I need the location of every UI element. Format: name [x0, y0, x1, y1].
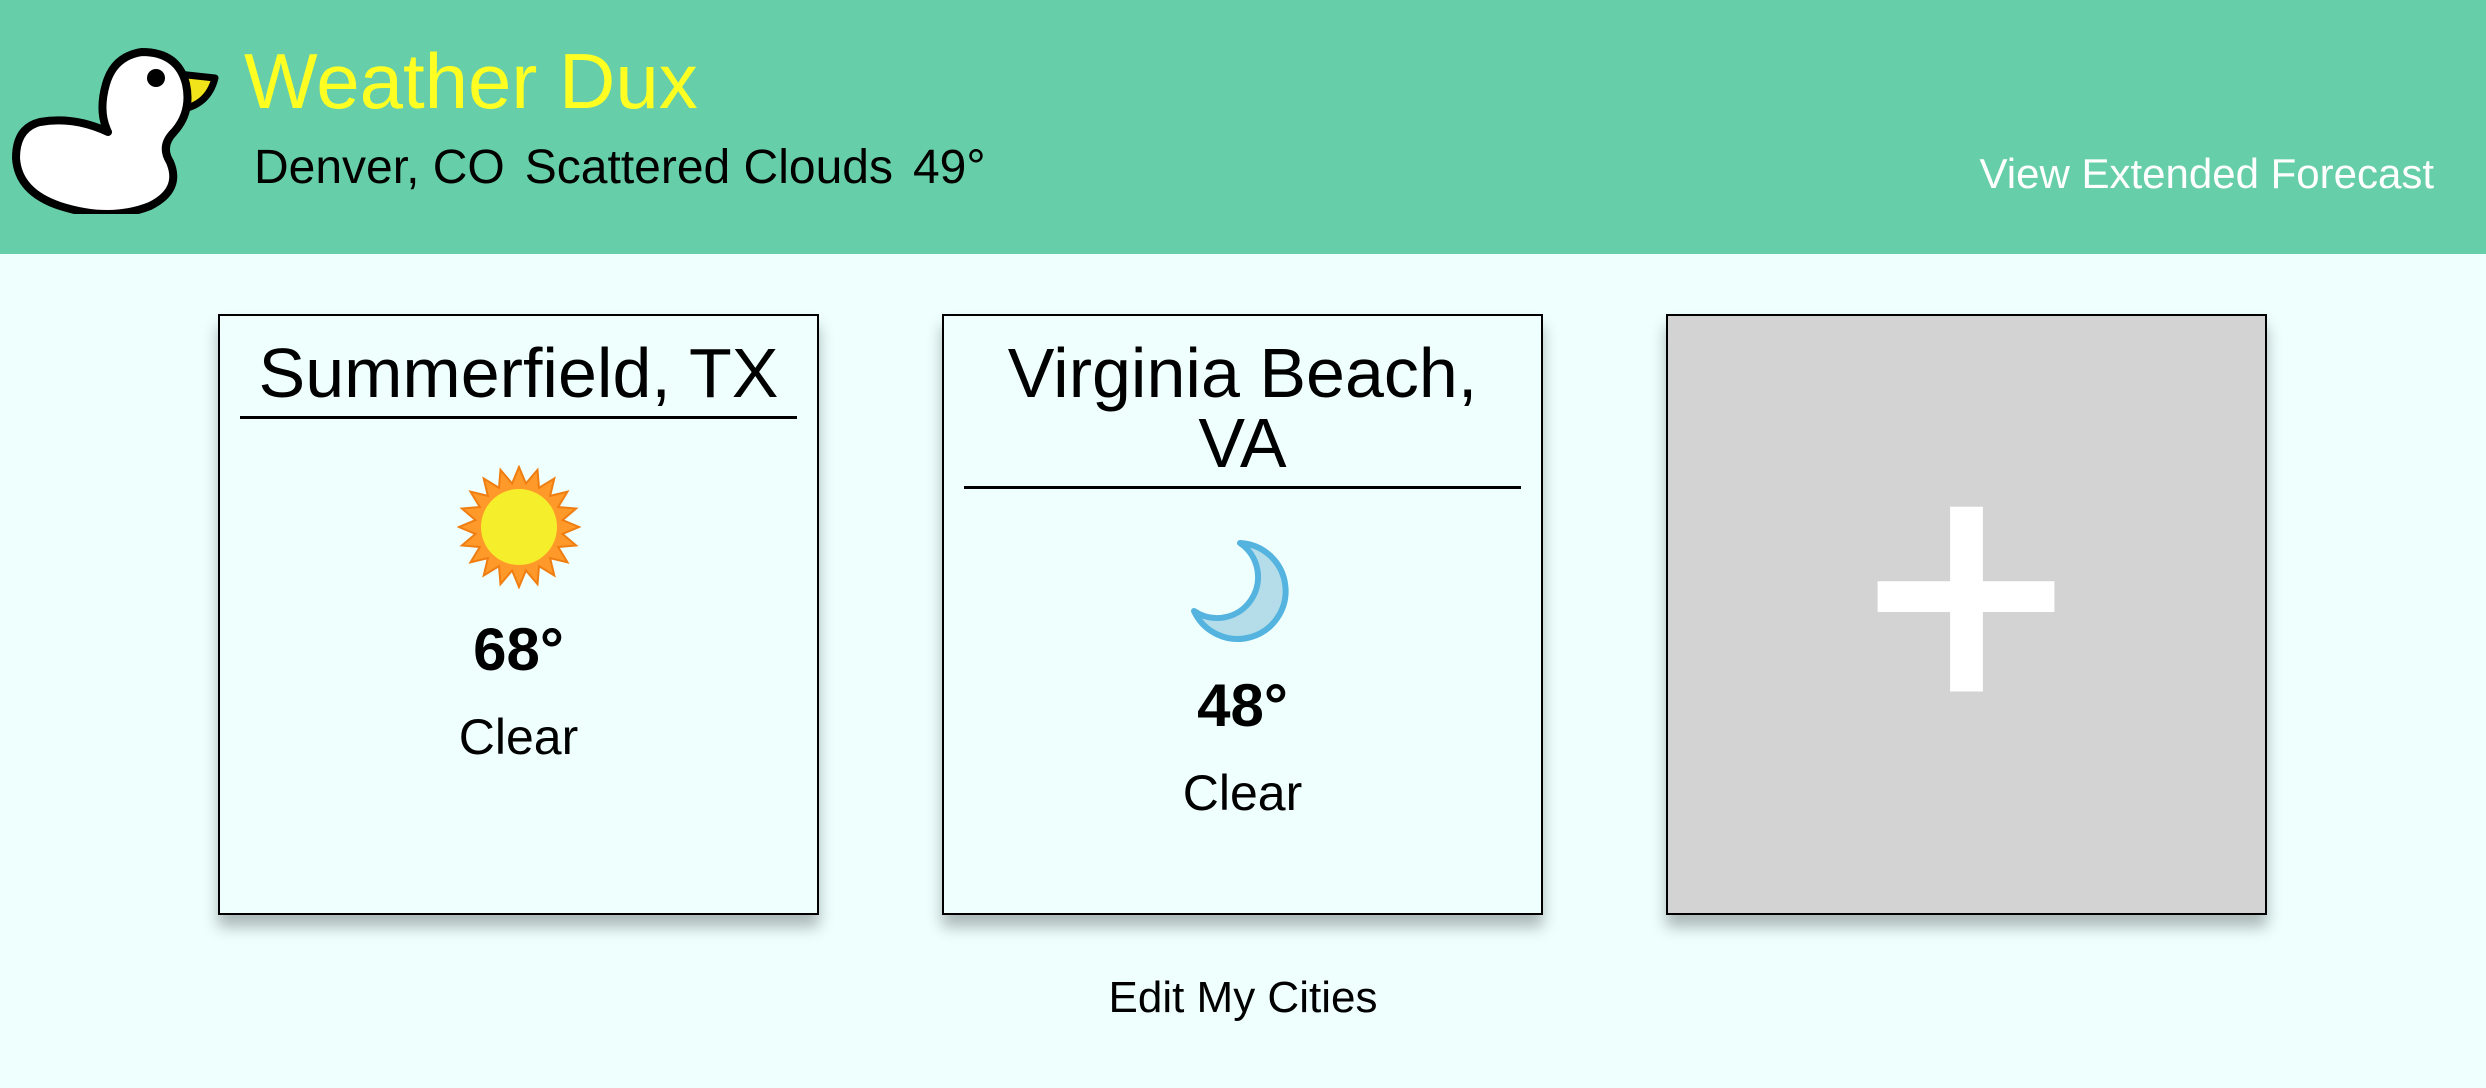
plus-icon: [1877, 506, 2055, 692]
current-temperature: 49°: [912, 141, 986, 194]
add-city-button[interactable]: [1666, 314, 2267, 915]
city-temperature: 68°: [473, 616, 564, 683]
city-name: Summerfield, TX: [240, 338, 797, 419]
city-condition: Clear: [458, 709, 579, 765]
city-name: Virginia Beach, VA: [964, 338, 1521, 489]
edit-my-cities-link[interactable]: Edit My Cities: [0, 968, 2486, 1028]
duck-logo-icon: [12, 48, 219, 214]
city-temperature: 48°: [1197, 672, 1288, 739]
current-weather: Denver, CO Scattered Clouds 49°: [254, 138, 986, 198]
city-card-summerfield[interactable]: Summerfield, TX 68° Clear: [218, 314, 819, 915]
app-header: Weather Dux Denver, CO Scattered Clouds …: [0, 0, 2486, 254]
city-condition: Clear: [1182, 765, 1303, 821]
sun-icon: [456, 465, 581, 589]
current-location: Denver, CO: [254, 141, 505, 194]
current-condition: Scattered Clouds: [524, 141, 893, 194]
moon-icon: [1190, 540, 1289, 642]
app-title: Weather Dux: [244, 37, 698, 125]
view-extended-forecast-link[interactable]: View Extended Forecast: [1980, 146, 2434, 202]
city-card-virginia-beach[interactable]: Virginia Beach, VA 48° Clear: [942, 314, 1543, 915]
